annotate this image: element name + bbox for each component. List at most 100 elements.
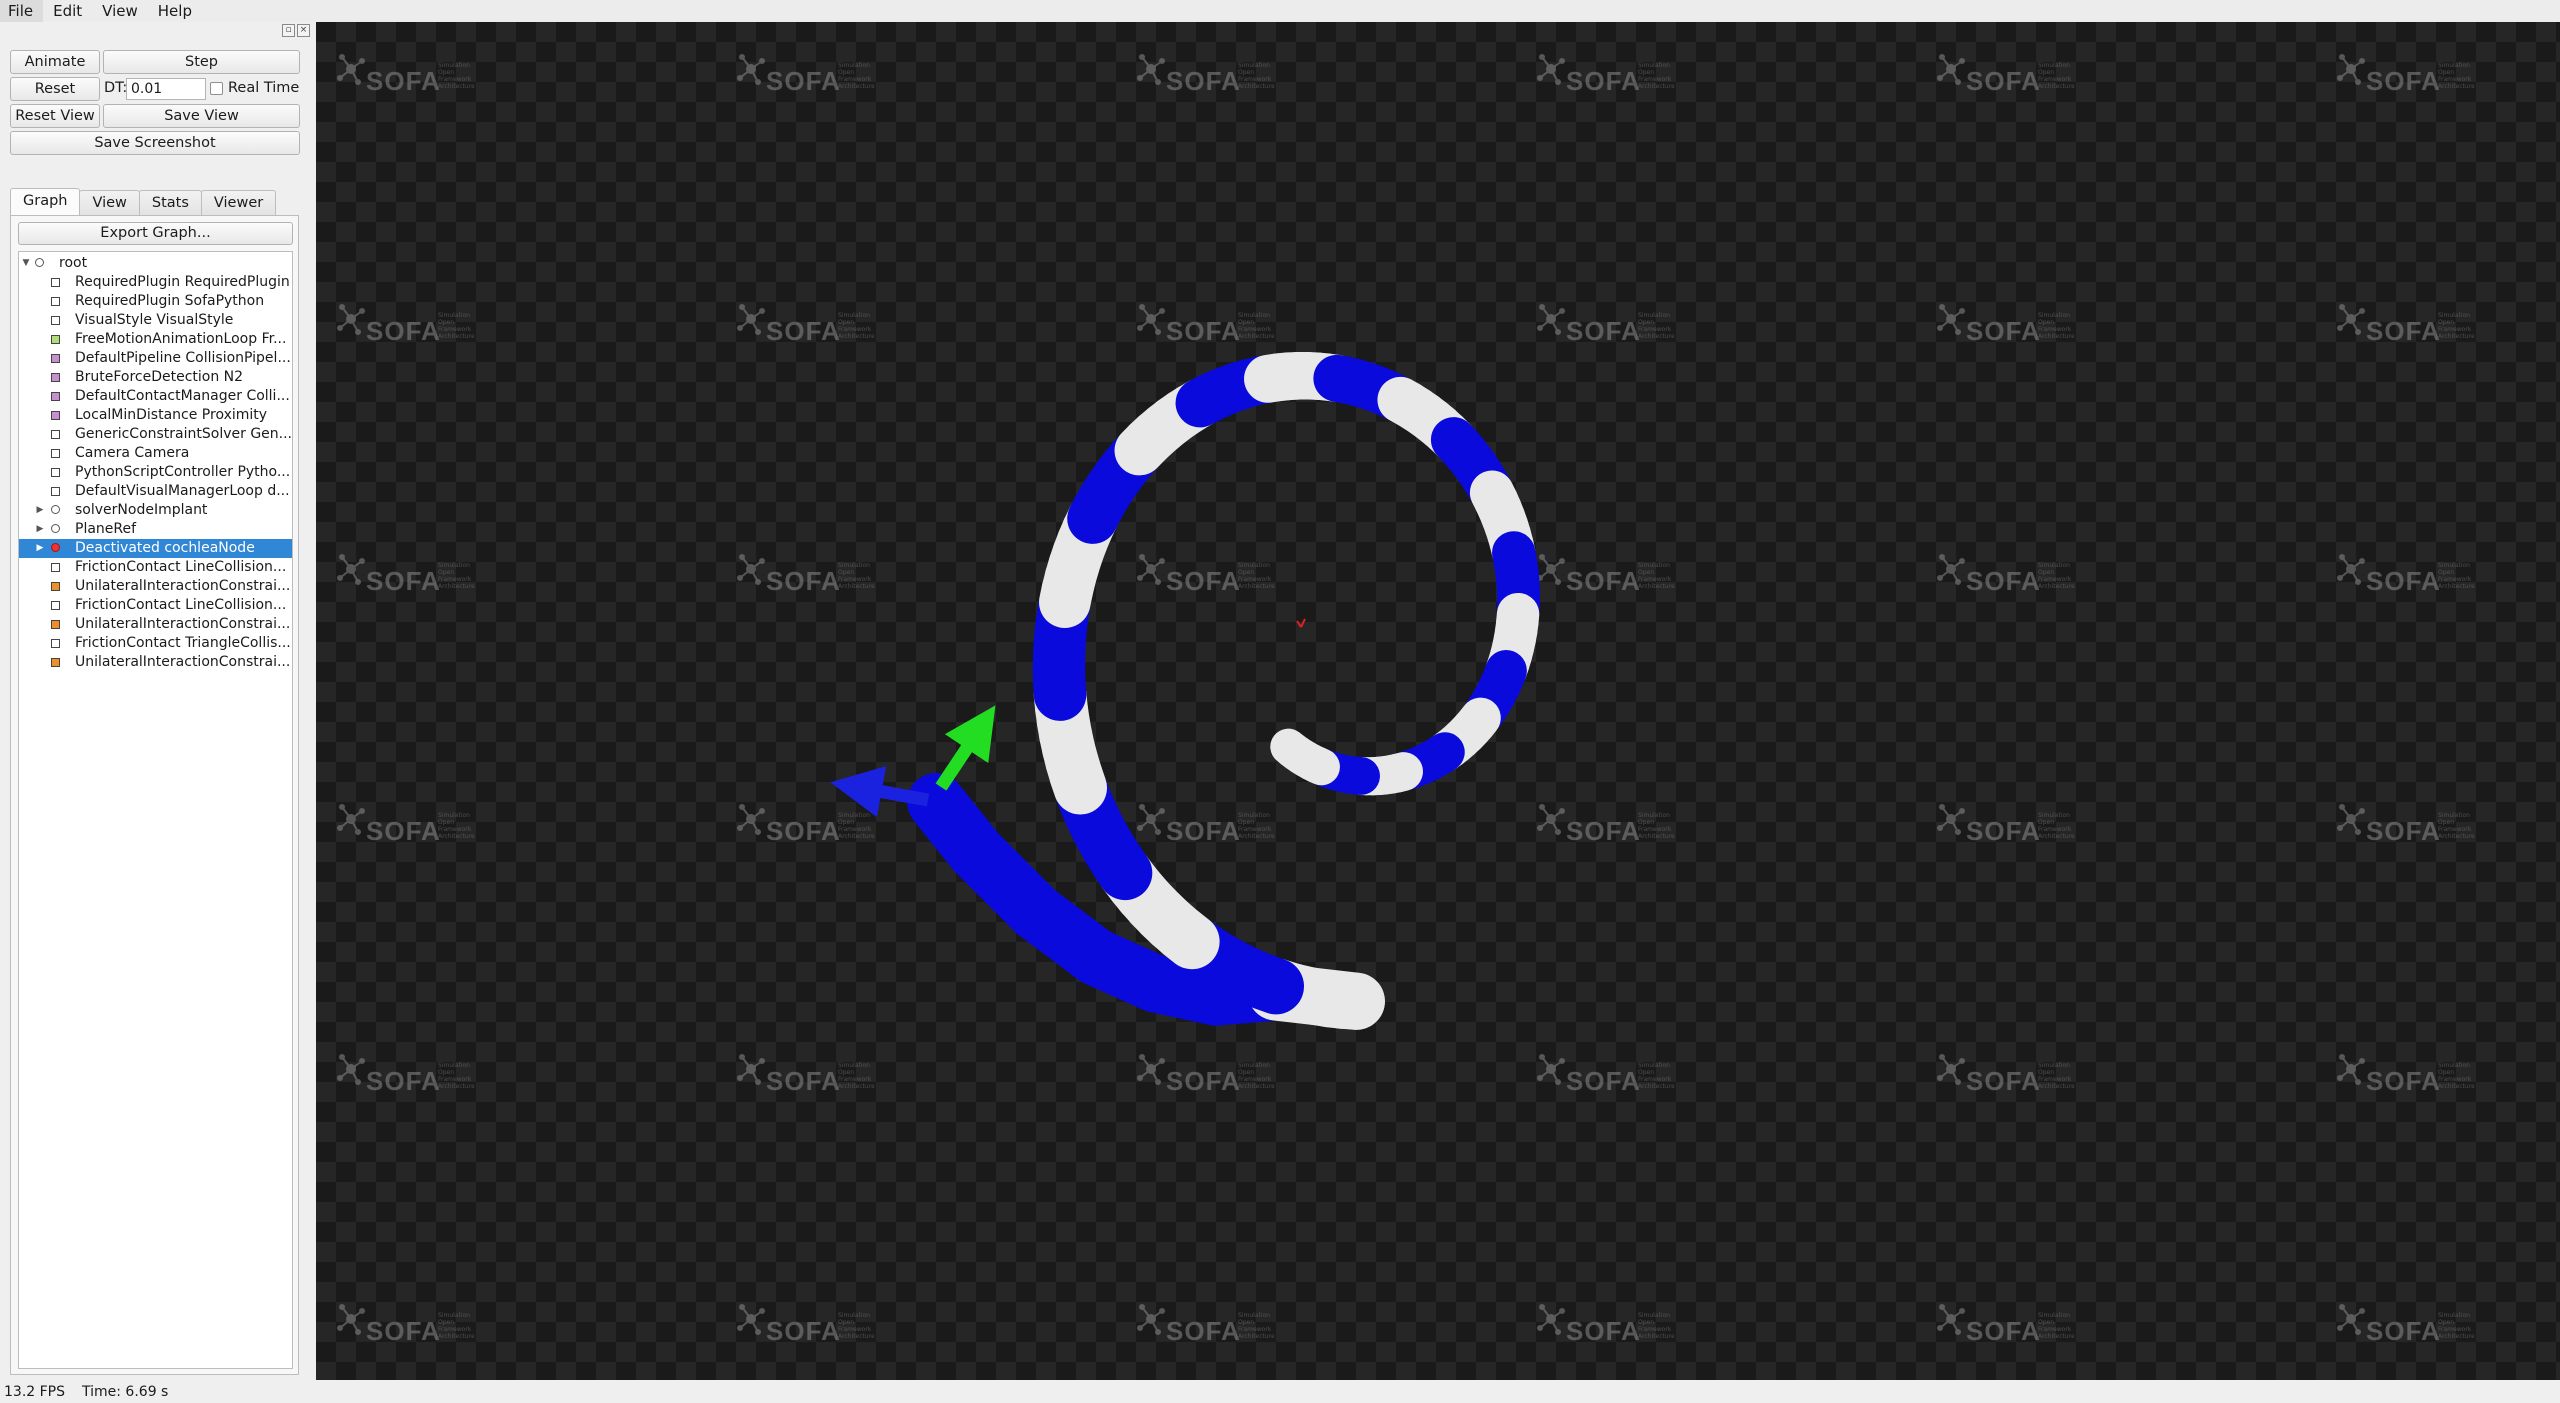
step-button[interactable]: Step xyxy=(103,50,300,74)
menu-help-label: Help xyxy=(157,2,192,20)
tab-graph[interactable]: Graph xyxy=(10,188,81,215)
dock-float-icon[interactable]: ▫ xyxy=(282,24,295,37)
tree-component[interactable]: UnilateralInteractionConstrai... xyxy=(19,577,292,596)
tube-segment xyxy=(1270,728,1311,769)
tree-component[interactable]: Camera Camera xyxy=(19,444,292,463)
real-time-label: Real Time xyxy=(228,80,300,96)
tree-component[interactable]: FrictionContact LineCollision... xyxy=(19,558,292,577)
component-icon xyxy=(51,639,60,648)
menu-view[interactable]: View xyxy=(92,0,148,22)
export-graph-button[interactable]: Export Graph... xyxy=(18,222,293,245)
scene-render xyxy=(830,351,1540,1030)
tree-component-label: PythonScriptController Pytho... xyxy=(75,464,291,480)
dt-label: DT: xyxy=(104,80,128,96)
tree-component[interactable]: PythonScriptController Pytho... xyxy=(19,463,292,482)
node-icon xyxy=(35,258,44,267)
component-icon xyxy=(51,278,60,287)
tree-component-label: DefaultPipeline CollisionPipel... xyxy=(75,350,291,366)
tree-node-root[interactable]: ▼ root xyxy=(19,254,292,273)
dock-tabs: Graph View Stats Viewer xyxy=(10,188,277,216)
menu-edit-label: Edit xyxy=(53,2,83,20)
component-icon xyxy=(51,430,60,439)
component-icon xyxy=(51,411,60,420)
tree-component-label: FrictionContact LineCollision... xyxy=(75,597,287,613)
fps-readout: 13.2 FPS xyxy=(4,1384,66,1400)
tree-component-label: Camera Camera xyxy=(75,445,190,461)
collapse-arrow-icon[interactable]: ▼ xyxy=(21,254,31,273)
tree-component[interactable]: DefaultContactManager Colli... xyxy=(19,387,292,406)
tree-node-solvernodeimplant[interactable]: ▶ solverNodeImplant xyxy=(19,501,292,520)
tree-component[interactable]: RequiredPlugin RequiredPlugin xyxy=(19,273,292,292)
component-icon xyxy=(51,392,60,401)
3d-viewport[interactable]: SOFA Simulation Open Framework Architectu… xyxy=(316,22,2560,1380)
tree-node-label: solverNodeImplant xyxy=(75,502,208,518)
tree-component-label: VisualStyle VisualStyle xyxy=(75,312,234,328)
tree-component[interactable]: UnilateralInteractionConstrai... xyxy=(19,653,292,672)
reset-view-button[interactable]: Reset View xyxy=(10,104,100,128)
tree-component-label: UnilateralInteractionConstrai... xyxy=(75,616,291,632)
tree-component[interactable]: LocalMinDistance Proximity xyxy=(19,406,292,425)
component-icon xyxy=(51,582,60,591)
reset-scene-button[interactable]: Reset Scene xyxy=(10,77,100,119)
tree-node-label: root xyxy=(59,255,88,271)
tree-component[interactable]: VisualStyle VisualStyle xyxy=(19,311,292,330)
tree-component-label: BruteForceDetection N2 xyxy=(75,369,244,385)
dock-close-icon[interactable]: × xyxy=(297,24,310,37)
tree-component-label: RequiredPlugin RequiredPlugin xyxy=(75,274,290,290)
cochlea-implant-tube xyxy=(907,351,1540,1030)
tree-node-label: PlaneRef xyxy=(75,521,137,537)
save-view-button[interactable]: Save View xyxy=(103,104,300,128)
dt-input[interactable]: 0.01 xyxy=(126,78,206,100)
tab-viewer[interactable]: Viewer xyxy=(200,190,277,215)
tree-node-label: Deactivated cochleaNode xyxy=(75,540,255,556)
component-icon xyxy=(51,563,60,572)
tree-component-label: RequiredPlugin SofaPython xyxy=(75,293,265,309)
tree-component[interactable]: FrictionContact TriangleCollis... xyxy=(19,634,292,653)
component-icon xyxy=(51,449,60,458)
time-readout: Time: 6.69 s xyxy=(82,1384,169,1400)
tree-component[interactable]: GenericConstraintSolver Gen... xyxy=(19,425,292,444)
tree-node-cochleanode[interactable]: ▶ Deactivated cochleaNode xyxy=(19,539,292,558)
tree-component[interactable]: BruteForceDetection N2 xyxy=(19,368,292,387)
scene-graph-tree[interactable]: ▼ root RequiredPlugin RequiredPlugin Req… xyxy=(18,251,293,1369)
real-time-checkbox[interactable] xyxy=(210,82,223,95)
expand-arrow-icon[interactable]: ▶ xyxy=(35,501,45,520)
tree-component[interactable]: DefaultVisualManagerLoop d... xyxy=(19,482,292,501)
component-icon xyxy=(51,487,60,496)
component-icon xyxy=(51,468,60,477)
tree-node-planeref[interactable]: ▶ PlaneRef xyxy=(19,520,292,539)
component-icon xyxy=(51,335,60,344)
dock-title-buttons: ▫ × xyxy=(282,24,310,37)
control-dock: ▫ × Animate Step Reset Scene DT: 0.01 Re… xyxy=(0,22,314,1380)
component-icon xyxy=(51,354,60,363)
tab-stats[interactable]: Stats xyxy=(138,190,202,215)
graph-tab-panel: Export Graph... ▼ root RequiredPlugin Re… xyxy=(10,215,299,1375)
expand-arrow-icon[interactable]: ▶ xyxy=(35,520,45,539)
tree-component[interactable]: DefaultPipeline CollisionPipel... xyxy=(19,349,292,368)
tree-component[interactable]: UnilateralInteractionConstrai... xyxy=(19,615,292,634)
tree-component[interactable]: FrictionContact LineCollision... xyxy=(19,596,292,615)
component-icon xyxy=(51,373,60,382)
component-icon xyxy=(51,316,60,325)
component-icon xyxy=(51,297,60,306)
node-icon xyxy=(51,524,60,533)
tree-component[interactable]: FreeMotionAnimationLoop Fr... xyxy=(19,330,292,349)
tree-component-label: DefaultVisualManagerLoop d... xyxy=(75,483,290,499)
menu-edit[interactable]: Edit xyxy=(43,0,92,22)
tab-view[interactable]: View xyxy=(79,190,140,215)
tree-component-label: UnilateralInteractionConstrai... xyxy=(75,578,291,594)
tree-component-label: DefaultContactManager Colli... xyxy=(75,388,290,404)
save-screenshot-button[interactable]: Save Screenshot xyxy=(10,131,300,155)
menu-help[interactable]: Help xyxy=(148,0,202,22)
expand-arrow-icon[interactable]: ▶ xyxy=(35,539,45,558)
tree-component[interactable]: RequiredPlugin SofaPython xyxy=(19,292,292,311)
status-bar: 13.2 FPS Time: 6.69 s xyxy=(0,1380,2560,1403)
menu-bar: File Edit View Help xyxy=(0,0,2560,22)
tree-component-label: FrictionContact TriangleCollis... xyxy=(75,635,291,651)
menu-file[interactable]: File xyxy=(0,0,44,22)
tip-frame-marker xyxy=(1296,618,1306,628)
tree-component-label: LocalMinDistance Proximity xyxy=(75,407,268,423)
animate-button[interactable]: Animate xyxy=(10,50,100,74)
tree-component-label: UnilateralInteractionConstrai... xyxy=(75,654,291,670)
node-icon xyxy=(51,505,60,514)
